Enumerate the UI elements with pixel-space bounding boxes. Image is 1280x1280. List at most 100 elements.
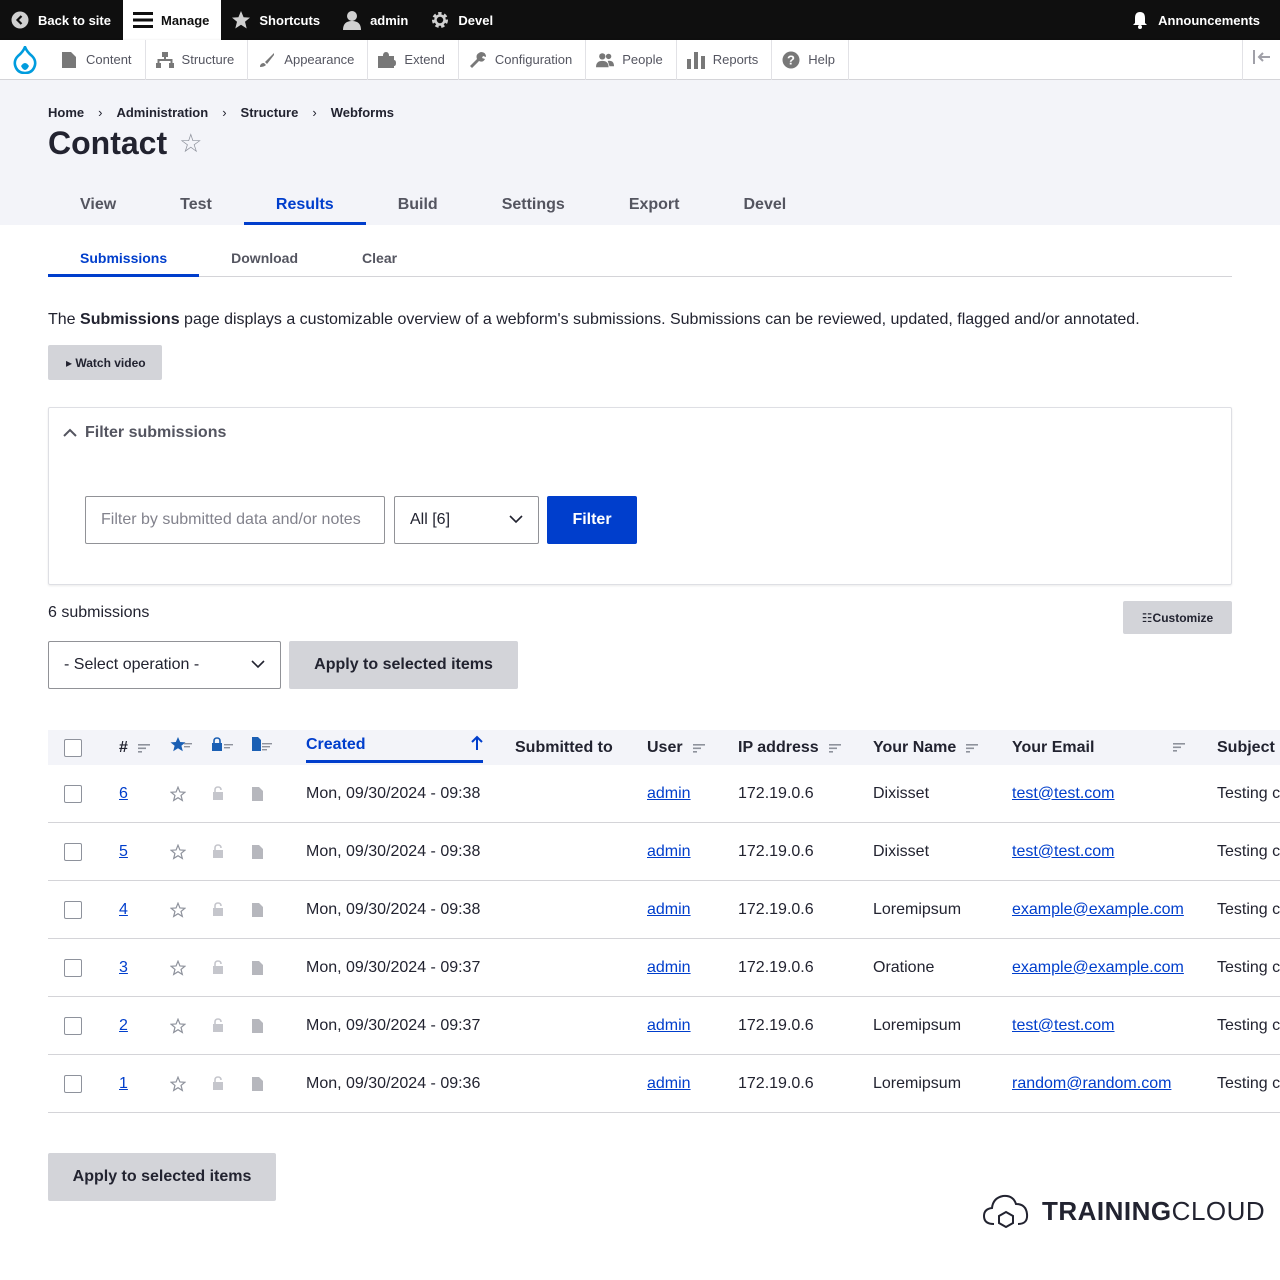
notes-icon[interactable] (252, 939, 264, 996)
filter-button[interactable]: Filter (547, 496, 637, 544)
row-select-cell (64, 765, 82, 822)
sticky-star-icon[interactable] (170, 765, 186, 822)
email-link[interactable]: random@random.com (1012, 1055, 1171, 1112)
select-all-checkbox[interactable] (64, 738, 82, 757)
lock-icon[interactable] (212, 997, 224, 1054)
tab-clear[interactable]: Clear (330, 240, 429, 276)
apply-to-selected-button[interactable]: Apply to selected items (289, 641, 518, 689)
tray-item-help[interactable]: ? Help (772, 39, 849, 80)
breadcrumb-link[interactable]: Administration (116, 105, 208, 120)
row-checkbox[interactable] (64, 842, 82, 861)
submission-id-link[interactable]: 5 (119, 823, 128, 880)
tab-devel[interactable]: Devel (711, 185, 818, 225)
submission-id-link[interactable]: 2 (119, 997, 128, 1054)
submission-id-link[interactable]: 4 (119, 881, 128, 938)
customize-button[interactable]: ☷Customize (1123, 601, 1232, 634)
header-sticky[interactable] (170, 730, 194, 765)
sticky-star-icon[interactable] (170, 881, 186, 938)
user-tab[interactable]: admin (332, 0, 420, 40)
lock-icon[interactable] (212, 939, 224, 996)
ip-cell: 172.19.0.6 (738, 1016, 814, 1034)
user-link[interactable]: admin (647, 881, 691, 938)
tray-item-reports[interactable]: Reports (677, 39, 773, 80)
tray-item-content[interactable]: Content (50, 39, 146, 80)
collapse-tray-button[interactable] (1242, 39, 1280, 80)
tab-download[interactable]: Download (199, 240, 330, 276)
submission-id-link[interactable]: 3 (119, 939, 128, 996)
email-link[interactable]: test@test.com (1012, 997, 1115, 1054)
tab-results[interactable]: Results (243, 185, 366, 225)
notes-icon[interactable] (252, 1055, 264, 1112)
tab-view[interactable]: View (48, 185, 148, 225)
watch-video-button[interactable]: ▸ Watch video (48, 345, 162, 380)
sticky-star-icon[interactable] (170, 997, 186, 1054)
tab-settings[interactable]: Settings (470, 185, 597, 225)
row-checkbox[interactable] (64, 1016, 82, 1035)
filter-summary[interactable]: Filter submissions (63, 424, 226, 442)
breadcrumb-separator: › (222, 105, 227, 120)
sticky-star-icon[interactable] (170, 823, 186, 880)
tray-item-structure[interactable]: Structure (146, 39, 249, 80)
notes-icon[interactable] (252, 881, 264, 938)
notes-icon[interactable] (252, 997, 264, 1054)
devel-tab[interactable]: Devel (420, 0, 505, 40)
row-checkbox[interactable] (64, 958, 82, 977)
tray-item-people[interactable]: People (586, 39, 677, 80)
row-checkbox[interactable] (64, 784, 82, 803)
header-created[interactable]: Created (306, 730, 483, 763)
notes-icon[interactable] (252, 765, 264, 822)
tab-submissions[interactable]: Submissions (48, 240, 200, 277)
submission-id-link[interactable]: 6 (119, 765, 128, 822)
filter-search-input[interactable]: Filter by submitted data and/or notes (85, 496, 385, 544)
header-email[interactable]: Your Email (1012, 730, 1185, 765)
header-name[interactable]: Your Name (873, 730, 979, 765)
notes-icon[interactable] (252, 823, 264, 880)
bulk-operation-select[interactable]: - Select operation - (48, 641, 281, 689)
breadcrumb-link[interactable]: Webforms (331, 105, 394, 120)
filter-state-select[interactable]: All [6] (394, 496, 539, 544)
sticky-star-icon (170, 736, 194, 759)
email-link[interactable]: example@example.com (1012, 939, 1184, 996)
header-notes[interactable] (252, 730, 274, 765)
back-to-site-link[interactable]: Back to site (0, 0, 123, 40)
email-link[interactable]: test@test.com (1012, 765, 1115, 822)
tab-test[interactable]: Test (148, 185, 244, 225)
header-sid[interactable]: # (119, 730, 150, 765)
user-link[interactable]: admin (647, 939, 691, 996)
row-checkbox[interactable] (64, 900, 82, 919)
apply-to-selected-button-bottom[interactable]: Apply to selected items (48, 1153, 276, 1201)
lock-icon[interactable] (212, 823, 224, 880)
select-all-cell (64, 730, 82, 765)
breadcrumb-link[interactable]: Structure (241, 105, 299, 120)
email-link[interactable]: test@test.com (1012, 823, 1115, 880)
tray-item-extend[interactable]: Extend (368, 39, 459, 80)
tab-export[interactable]: Export (597, 185, 712, 225)
tray-item-label: Content (86, 52, 132, 67)
tray-item-configuration[interactable]: Configuration (459, 39, 587, 80)
tray-item-appearance[interactable]: Appearance (248, 39, 369, 80)
sticky-star-icon[interactable] (170, 1055, 186, 1112)
sticky-star-icon[interactable] (170, 939, 186, 996)
chevron-up-icon (63, 428, 77, 438)
row-checkbox[interactable] (64, 1074, 82, 1093)
user-link[interactable]: admin (647, 765, 691, 822)
header-locked[interactable] (212, 730, 234, 765)
announcements-tab[interactable]: Announcements (1120, 0, 1280, 40)
shortcut-star-icon[interactable]: ☆ (179, 128, 202, 159)
manage-tab[interactable]: Manage (122, 0, 222, 40)
lock-icon[interactable] (212, 1055, 224, 1112)
header-ip[interactable]: IP address (738, 730, 841, 765)
notes-icon (252, 737, 274, 758)
submission-id-link[interactable]: 1 (119, 1055, 128, 1112)
drupal-logo-icon[interactable] (0, 40, 50, 80)
header-user[interactable]: User (647, 730, 705, 765)
user-link[interactable]: admin (647, 997, 691, 1054)
user-link[interactable]: admin (647, 1055, 691, 1112)
breadcrumb-link[interactable]: Home (48, 105, 84, 120)
tab-build[interactable]: Build (366, 185, 470, 225)
shortcuts-tab[interactable]: Shortcuts (221, 0, 332, 40)
email-link[interactable]: example@example.com (1012, 881, 1184, 938)
user-link[interactable]: admin (647, 823, 691, 880)
lock-icon[interactable] (212, 881, 224, 938)
lock-icon[interactable] (212, 765, 224, 822)
